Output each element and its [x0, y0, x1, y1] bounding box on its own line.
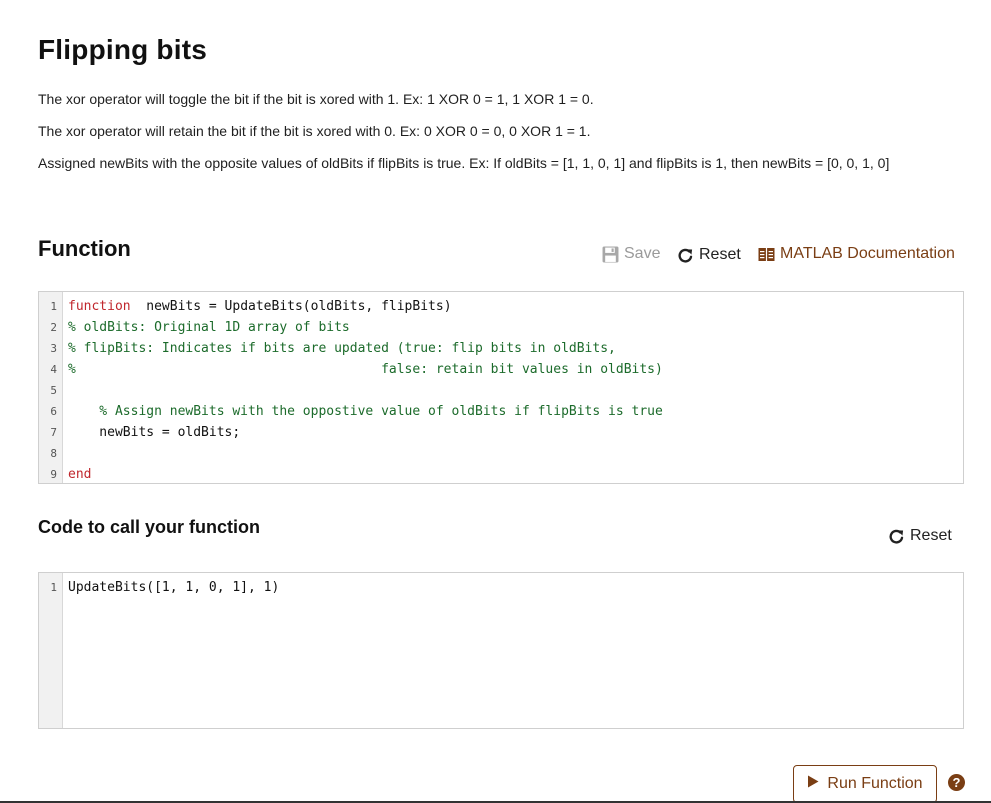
comment-token: % Assign newBits with the oppostive valu…	[68, 404, 663, 419]
keyword-token: function	[68, 299, 131, 314]
save-label: Save	[624, 245, 660, 263]
run-function-label: Run Function	[827, 775, 922, 793]
keyword-token: end	[68, 467, 91, 482]
line-number: 7	[39, 422, 57, 443]
play-icon	[807, 775, 819, 793]
call-reset-button[interactable]: Reset	[888, 527, 952, 545]
line-number: 4	[39, 359, 57, 380]
matlab-documentation-link[interactable]: MATLAB Documentation	[758, 245, 955, 263]
code-token: UpdateBits([1, 1, 0, 1], 1)	[68, 580, 279, 595]
line-code[interactable]: UpdateBits([1, 1, 0, 1], 1)	[68, 577, 279, 598]
function-section-title: Function	[38, 236, 131, 262]
page-title: Flipping bits	[38, 34, 207, 66]
line-code[interactable]: function newBits = UpdateBits(oldBits, f…	[68, 296, 452, 317]
line-number: 3	[39, 338, 57, 359]
call-code-editor[interactable]: 1 UpdateBits([1, 1, 0, 1], 1)	[38, 572, 964, 729]
line-number: 1	[39, 296, 57, 317]
run-function-button[interactable]: Run Function	[793, 765, 937, 803]
comment-token: % false: retain bit values in oldBits)	[68, 362, 663, 377]
line-number: 5	[39, 380, 57, 401]
matlab-documentation-label: MATLAB Documentation	[780, 245, 955, 263]
comment-token: % oldBits: Original 1D array of bits	[68, 320, 350, 335]
call-section-title: Code to call your function	[38, 517, 260, 538]
line-code[interactable]: end	[68, 464, 91, 484]
code-token: newBits = oldBits;	[68, 425, 240, 440]
line-number: 8	[39, 443, 57, 464]
line-code[interactable]: % oldBits: Original 1D array of bits	[68, 317, 350, 338]
description-line-2: The xor operator will retain the bit if …	[38, 123, 590, 139]
refresh-icon	[888, 528, 905, 545]
call-reset-label: Reset	[910, 527, 952, 545]
floppy-disk-icon	[602, 246, 619, 263]
function-code-editor[interactable]: 1 function newBits = UpdateBits(oldBits, …	[38, 291, 964, 484]
line-number: 2	[39, 317, 57, 338]
refresh-icon	[677, 247, 694, 264]
function-reset-button[interactable]: Reset	[677, 246, 741, 264]
description-line-1: The xor operator will toggle the bit if …	[38, 91, 594, 107]
line-number: 9	[39, 464, 57, 484]
line-code[interactable]: newBits = oldBits;	[68, 422, 240, 443]
line-number: 6	[39, 401, 57, 422]
line-number: 1	[39, 577, 57, 598]
book-icon	[758, 247, 775, 262]
code-token: newBits = UpdateBits(oldBits, flipBits)	[131, 299, 452, 314]
question-circle-icon[interactable]: ?	[948, 774, 965, 791]
line-code[interactable]: % Assign newBits with the oppostive valu…	[68, 401, 663, 422]
comment-token: % flipBits: Indicates if bits are update…	[68, 341, 616, 356]
line-code[interactable]: % false: retain bit values in oldBits)	[68, 359, 663, 380]
save-button[interactable]: Save	[602, 245, 660, 263]
line-code[interactable]: % flipBits: Indicates if bits are update…	[68, 338, 616, 359]
function-reset-label: Reset	[699, 246, 741, 264]
description-line-3: Assigned newBits with the opposite value…	[38, 155, 889, 171]
